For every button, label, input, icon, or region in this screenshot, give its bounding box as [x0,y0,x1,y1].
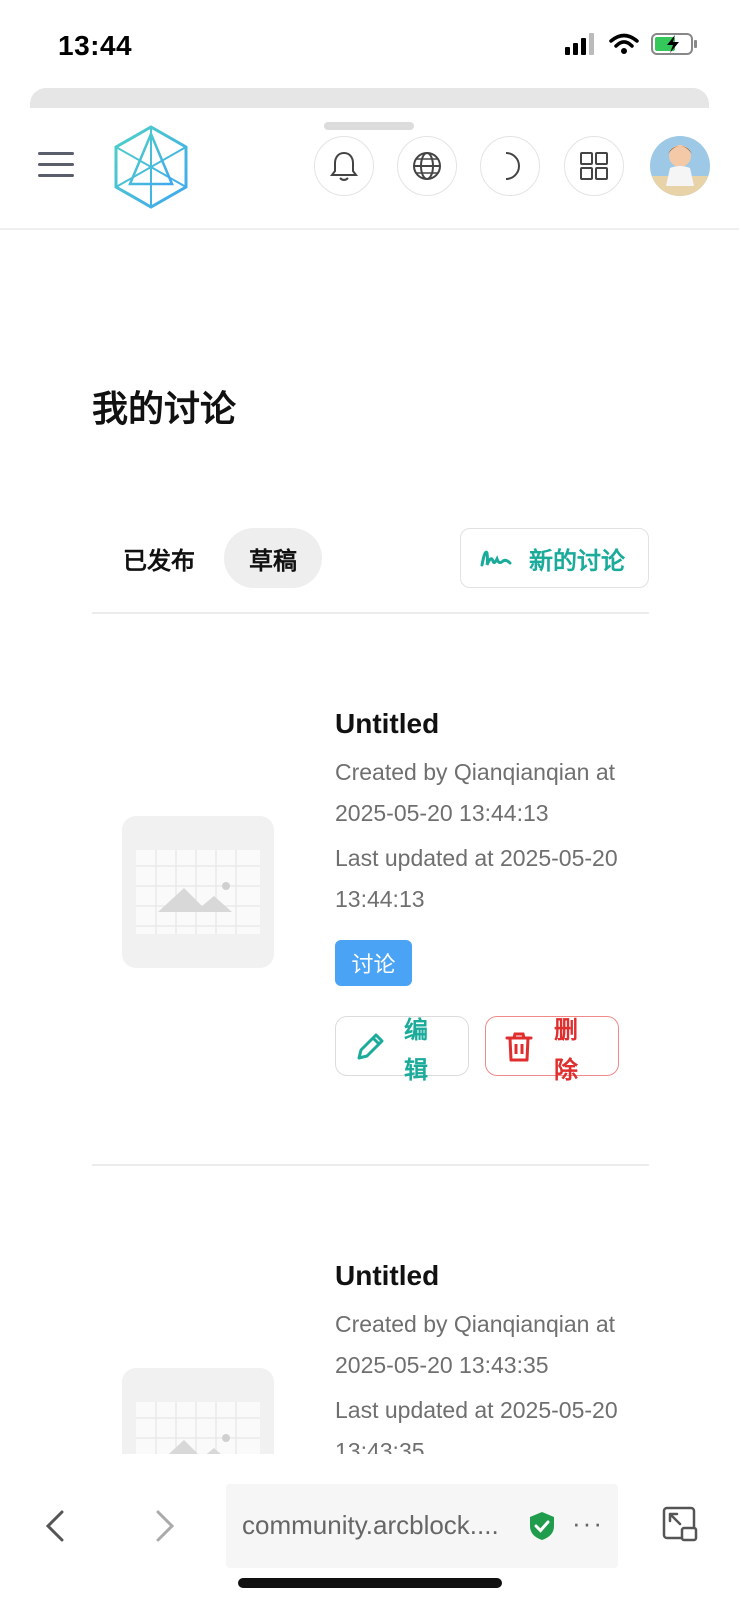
shield-check-icon [530,1512,554,1540]
cellular-signal-icon [565,33,594,55]
pencil-icon [357,1033,384,1060]
card-created: Created by Qianqianqian at 2025-05-20 13… [335,1311,616,1378]
address-bar[interactable]: community.arcblock.... ··· [226,1484,618,1568]
theme-toggle-button[interactable] [480,136,540,196]
chevron-right-icon[interactable] [150,1506,180,1546]
new-discussion-label: 新的讨论 [529,547,625,575]
globe-icon [413,152,441,180]
delete-label: 删除 [554,1017,578,1084]
edit-button[interactable]: 编辑 [335,1016,469,1084]
bell-icon [330,151,358,181]
thumbnail-placeholder [122,816,274,968]
moon-icon [505,152,520,180]
apps-button[interactable] [564,136,624,196]
delete-button[interactable]: 删除 [485,1016,619,1084]
thumbnail-placeholder [122,1368,274,1454]
new-discussion-button[interactable]: 新的讨论 [460,528,649,588]
card-created: Created by Qianqianqian at 2025-05-20 13… [335,759,616,826]
avatar[interactable] [650,136,710,196]
page-title: 我的讨论 [92,388,237,429]
card-updated: Last updated at 2025-05-20 13:43:35 [335,1397,618,1454]
sheet-top [30,88,709,108]
status-bar: 13:44 [0,0,739,88]
app-header [0,108,739,230]
tab-draft[interactable]: 草稿 [224,528,322,588]
edit-label: 编辑 [404,1017,428,1084]
language-button[interactable] [397,136,457,196]
status-time: 13:44 [58,30,133,61]
signature-icon [480,550,512,567]
picture-in-picture-icon[interactable] [660,1504,700,1544]
hamburger-icon[interactable] [38,152,74,182]
discussion-card[interactable]: Untitled Created by Qianqianqian at 2025… [92,1164,649,1454]
card-title[interactable]: Untitled [335,1260,439,1292]
card-title[interactable]: Untitled [335,708,439,740]
card-updated: Last updated at 2025-05-20 13:44:13 [335,845,618,912]
wifi-icon [609,33,639,54]
drag-handle[interactable] [324,122,414,130]
chevron-left-icon[interactable] [40,1506,70,1546]
status-icons [565,32,699,56]
tab-published[interactable]: 已发布 [102,528,216,588]
notification-button[interactable] [314,136,374,196]
discussion-card[interactable]: Untitled Created by Qianqianqian at 2025… [92,612,649,1164]
no-image-icon [136,850,260,934]
trash-icon [505,1032,533,1062]
user-avatar-image [650,136,710,196]
category-tag[interactable]: 讨论 [335,940,412,986]
grid-icon [580,152,608,180]
arcblock-logo[interactable] [112,124,190,210]
battery-charging-icon [651,33,697,55]
more-icon[interactable]: ··· [572,1508,604,1539]
home-indicator [238,1578,502,1588]
no-image-icon [136,1402,260,1454]
url-text: community.arcblock.... [242,1510,499,1540]
